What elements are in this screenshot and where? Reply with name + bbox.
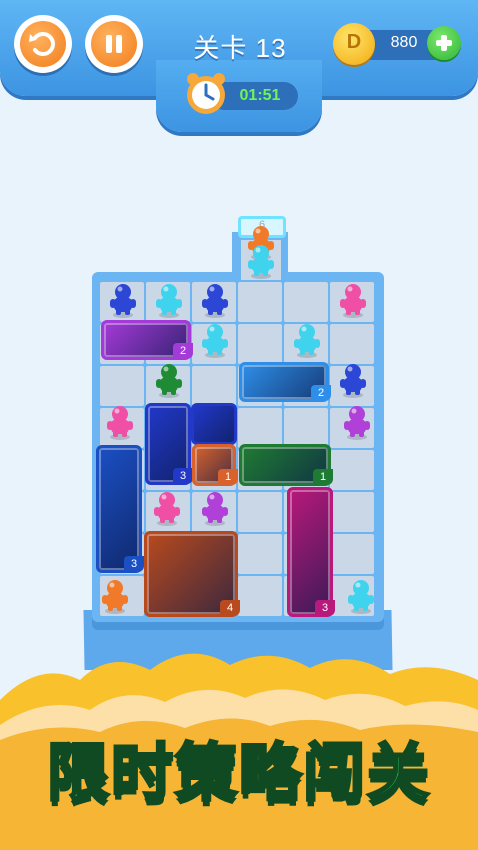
cyan-passenger-icon[interactable] [246, 243, 276, 279]
capacity-badge: 2 [311, 385, 331, 401]
grid-cell [100, 366, 144, 406]
pink-passenger-icon[interactable] [152, 490, 182, 526]
grid-cell [330, 324, 374, 364]
capacity-badge: 2 [173, 343, 193, 359]
grid-cell [192, 366, 236, 406]
pink-passenger-icon[interactable] [105, 404, 135, 440]
grid-cell [330, 450, 374, 490]
blue-passenger-icon[interactable] [338, 362, 368, 398]
pause-button[interactable] [85, 15, 143, 73]
purple-passenger-icon[interactable] [342, 404, 372, 440]
cyan-passenger-icon[interactable] [200, 322, 230, 358]
game-screen: 关卡 13 D 880 01:51 6 22311343 限时策略闯关 [0, 0, 478, 850]
capacity-badge: 1 [218, 469, 238, 485]
coin-count: 880 [390, 34, 418, 51]
capacity-badge: 3 [315, 600, 335, 616]
grid-cell [238, 282, 282, 322]
level-title: 关卡 13 [193, 33, 287, 63]
blue-passenger-icon[interactable] [108, 282, 138, 318]
grid-cell [238, 534, 282, 574]
pause-icon [106, 35, 122, 53]
undo-icon [29, 32, 55, 56]
grid-cell [238, 324, 282, 364]
green-passenger-icon[interactable] [154, 362, 184, 398]
banner-title: 限时策略闯关 [45, 738, 431, 810]
cyan-passenger-icon[interactable] [292, 322, 322, 358]
grid-cell [238, 576, 282, 616]
cyan-passenger-icon[interactable] [346, 578, 376, 614]
capacity-badge: 3 [124, 556, 144, 572]
grid-cell [284, 282, 328, 322]
capacity-badge: 1 [313, 469, 333, 485]
grid-cell [330, 534, 374, 574]
plus-icon [436, 35, 452, 51]
back-button[interactable] [14, 15, 72, 73]
cyan-passenger-icon[interactable] [154, 282, 184, 318]
navy-l-bus-extension[interactable] [191, 403, 237, 445]
orange-passenger-icon[interactable] [100, 578, 130, 614]
grid-cell [284, 408, 328, 448]
grid-cell [330, 492, 374, 532]
grid-cell [238, 492, 282, 532]
pink-passenger-icon[interactable] [338, 282, 368, 318]
coin-icon: D [333, 23, 375, 65]
magenta-bus[interactable] [287, 487, 333, 617]
alarm-clock-icon [187, 73, 225, 114]
grid-cell [238, 408, 282, 448]
purple-passenger-icon[interactable] [200, 490, 230, 526]
blue-tall-bus[interactable] [96, 445, 142, 573]
add-coins-button[interactable] [427, 26, 461, 60]
capacity-badge: 3 [173, 468, 193, 484]
timer-text: 01:51 [239, 87, 281, 104]
blue-passenger-icon[interactable] [200, 282, 230, 318]
capacity-badge: 4 [220, 600, 240, 616]
